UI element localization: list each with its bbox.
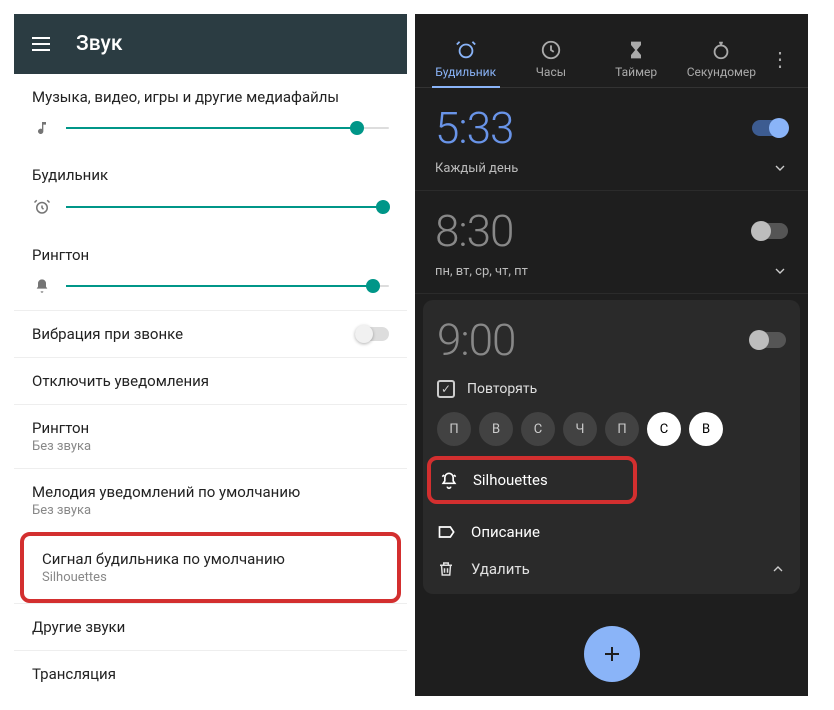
more-icon[interactable]: ⋮ bbox=[764, 47, 800, 87]
ringtone-volume-section: Рингтон bbox=[14, 232, 407, 268]
day-chip-tue[interactable]: В bbox=[479, 412, 513, 446]
alarm-delete-button[interactable]: Удалить bbox=[437, 560, 530, 578]
day-chip-fri[interactable]: П bbox=[605, 412, 639, 446]
add-alarm-fab[interactable] bbox=[584, 626, 640, 682]
media-volume-section: Музыка, видео, игры и другие медиафайлы bbox=[14, 74, 407, 110]
repeat-checkbox[interactable]: ✓ Повторять bbox=[437, 380, 786, 398]
alarm-description-option[interactable]: Описание bbox=[437, 522, 786, 542]
ringtone-volume-slider[interactable] bbox=[14, 268, 407, 310]
trash-icon bbox=[437, 560, 457, 578]
music-note-icon bbox=[32, 120, 52, 136]
expand-icon[interactable] bbox=[772, 263, 788, 279]
alarm-item-3-expanded: 9:00 ✓ Повторять П В С Ч П С В Silhouett… bbox=[423, 300, 800, 594]
dnd-item[interactable]: Отключить уведомления bbox=[14, 357, 407, 404]
alarm-bell-icon bbox=[439, 470, 459, 490]
tab-bar: Будильник Часы Таймер Секундомер ⋮ bbox=[415, 14, 808, 88]
day-chip-mon[interactable]: П bbox=[437, 412, 471, 446]
alarm-time[interactable]: 5:33 bbox=[435, 102, 513, 154]
day-chip-thu[interactable]: Ч bbox=[563, 412, 597, 446]
bell-icon bbox=[32, 278, 52, 294]
alarm-sound-item[interactable]: Сигнал будильника по умолчанию Silhouett… bbox=[24, 536, 397, 599]
day-chips-row: П В С Ч П С В bbox=[437, 412, 786, 446]
alarm-ringtone-option[interactable]: Silhouettes bbox=[427, 456, 637, 504]
hourglass-icon bbox=[625, 39, 647, 61]
expand-icon[interactable] bbox=[772, 160, 788, 176]
tab-clock[interactable]: Часы bbox=[508, 39, 593, 87]
day-chip-sun[interactable]: В bbox=[689, 412, 723, 446]
label-icon bbox=[437, 522, 457, 542]
alarm-item-1[interactable]: 5:33 Каждый день bbox=[415, 88, 808, 191]
alarm-volume-section: Будильник bbox=[14, 152, 407, 188]
alarm-toggle[interactable] bbox=[752, 120, 788, 136]
alarm-time[interactable]: 8:30 bbox=[435, 205, 513, 257]
stopwatch-icon bbox=[710, 39, 732, 61]
other-sounds-item[interactable]: Другие звуки bbox=[14, 603, 407, 650]
collapse-icon[interactable] bbox=[770, 561, 786, 577]
alarm-item-2[interactable]: 8:30 пн, вт, ср, чт, пт bbox=[415, 191, 808, 294]
header: Звук bbox=[14, 14, 407, 74]
alarm-sound-highlight: Сигнал будильника по умолчанию Silhouett… bbox=[20, 532, 401, 603]
media-volume-slider[interactable] bbox=[14, 110, 407, 152]
tab-timer[interactable]: Таймер bbox=[594, 39, 679, 87]
day-chip-wed[interactable]: С bbox=[521, 412, 555, 446]
alarm-volume-slider[interactable] bbox=[14, 188, 407, 232]
alarm-toggle[interactable] bbox=[752, 223, 788, 239]
alarm-time[interactable]: 9:00 bbox=[437, 314, 515, 366]
menu-icon[interactable] bbox=[32, 37, 50, 51]
alarm-icon bbox=[455, 39, 477, 61]
alarm-toggle[interactable] bbox=[750, 332, 786, 348]
sound-settings-screen: Звук Музыка, видео, игры и другие медиаф… bbox=[14, 14, 407, 696]
clock-app-screen: Будильник Часы Таймер Секундомер ⋮ 5:33 bbox=[415, 14, 808, 696]
vibrate-on-call-toggle[interactable]: Вибрация при звонке bbox=[14, 310, 407, 357]
ringtone-item[interactable]: Рингтон Без звука bbox=[14, 404, 407, 468]
tab-alarm[interactable]: Будильник bbox=[423, 39, 508, 87]
alarm-clock-icon bbox=[32, 198, 52, 216]
page-title: Звук bbox=[76, 32, 122, 56]
cast-item[interactable]: Трансляция bbox=[14, 650, 407, 696]
toggle-switch[interactable] bbox=[355, 327, 389, 341]
clock-icon bbox=[540, 39, 562, 61]
day-chip-sat[interactable]: С bbox=[647, 412, 681, 446]
notification-sound-item[interactable]: Мелодия уведомлений по умолчанию Без зву… bbox=[14, 468, 407, 532]
tab-stopwatch[interactable]: Секундомер bbox=[679, 39, 764, 87]
